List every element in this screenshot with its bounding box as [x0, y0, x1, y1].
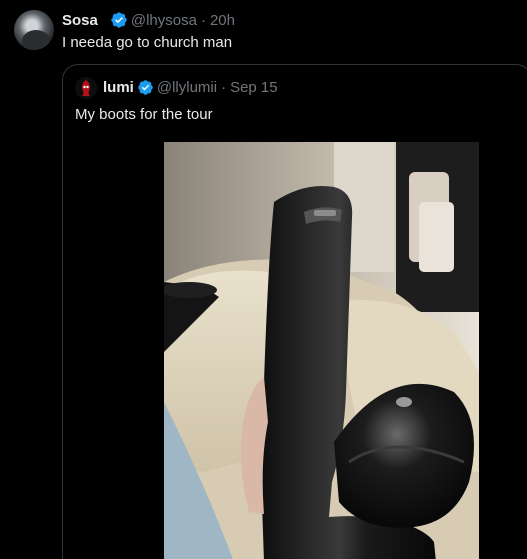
- tweet[interactable]: Sosa @lhysosa · 20h I needa go to church…: [0, 0, 527, 559]
- author-avatar[interactable]: [14, 10, 54, 50]
- verified-badge-icon: [138, 80, 153, 95]
- quoted-tweet[interactable]: lumi @llylumii · Sep 15 My boots for the…: [62, 64, 527, 559]
- verified-badge-icon: [111, 12, 127, 28]
- tweet-timestamp[interactable]: 20h: [210, 12, 235, 29]
- author-handle[interactable]: @lhysosa: [131, 12, 197, 29]
- separator-dot: ·: [200, 11, 206, 29]
- author-name[interactable]: Sosa: [62, 12, 98, 29]
- quoted-author-handle[interactable]: @llylumii: [157, 79, 217, 96]
- quoted-tweet-header: lumi @llylumii · Sep 15: [103, 79, 278, 96]
- quoted-author-name[interactable]: lumi: [103, 79, 134, 96]
- quoted-author-avatar[interactable]: [75, 77, 97, 99]
- quoted-tweet-text: My boots for the tour: [75, 106, 213, 123]
- tweet-text: I needa go to church man: [62, 34, 233, 51]
- quoted-tweet-date[interactable]: Sep 15: [230, 79, 278, 96]
- tweet-header: Sosa @lhysosa · 20h: [62, 10, 235, 30]
- quoted-tweet-photo[interactable]: [164, 142, 479, 559]
- boot-photo: [164, 142, 479, 559]
- separator-dot: ·: [221, 79, 227, 96]
